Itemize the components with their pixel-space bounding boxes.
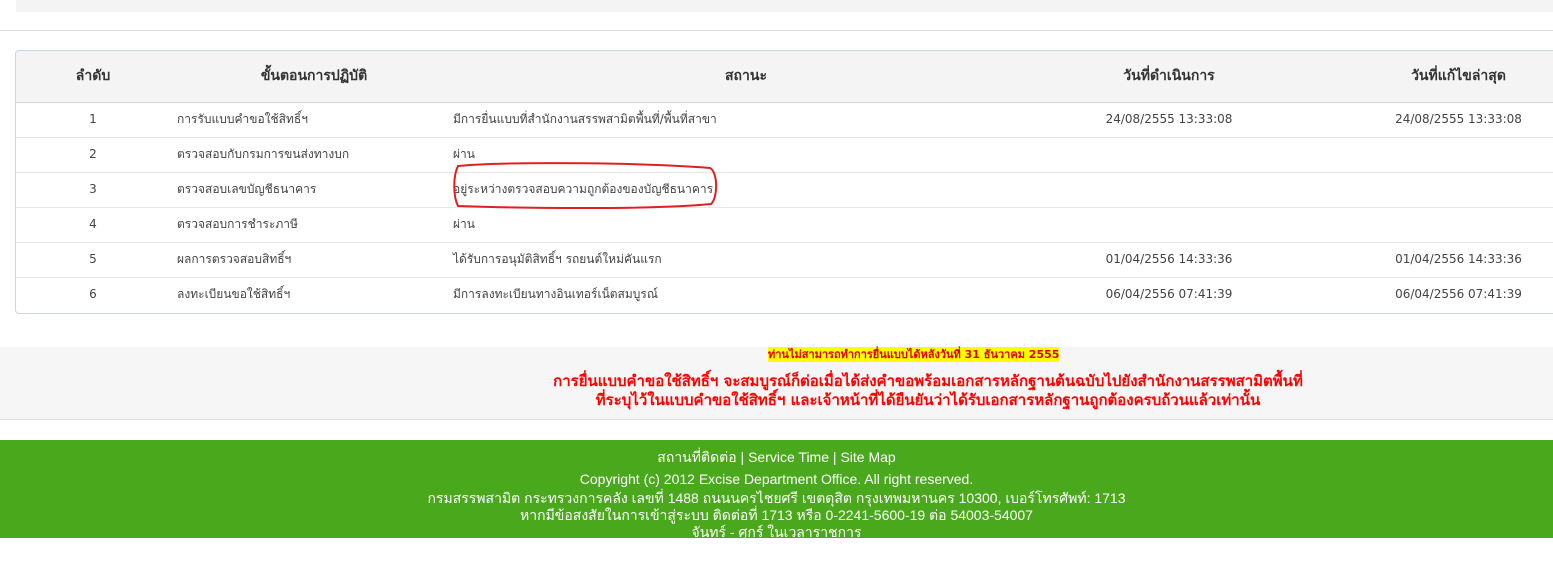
table-row: 2 ตรวจสอบกับกรมการขนส่งทางบก ผ่าน: [16, 137, 1553, 173]
cell-modified: 01/04/2556 14:33:36: [1395, 252, 1522, 266]
cell-no: 5: [89, 252, 97, 266]
deadline-notice: ท่านไม่สามารถทำการยื่นแบบได้หลังวันที่ 3…: [768, 347, 1060, 362]
cell-step: การรับแบบคำขอใช้สิทธิ์ฯ: [177, 112, 308, 126]
cell-modified: 06/04/2556 07:41:39: [1395, 287, 1522, 301]
cell-date: [1069, 137, 1269, 172]
cell-date: 24/08/2555 13:33:08: [1105, 112, 1233, 126]
cell-date: 06/04/2556 07:41:39: [1105, 287, 1233, 301]
status-table: ลำดับ ขั้นตอนการปฏิบัติ สถานะ วันที่ดำเน…: [15, 50, 1553, 314]
table-header: ลำดับ ขั้นตอนการปฏิบัติ สถานะ วันที่ดำเน…: [16, 51, 1553, 103]
cell-date: [1069, 172, 1269, 207]
cell-step: ตรวจสอบเลขบัญชีธนาคาร: [177, 182, 317, 196]
cell-status: มีการลงทะเบียนทางอินเทอร์เน็ตสมบูรณ์: [453, 287, 658, 301]
cell-no: 4: [89, 217, 97, 231]
cell-status: ผ่าน: [453, 147, 475, 161]
cell-step: ตรวจสอบกับกรมการขนส่งทางบก: [177, 147, 350, 161]
header-modified: วันที่แก้ไขล่าสุด: [1411, 68, 1506, 84]
office-hours: จันทร์ - ศุกร์ ในเวลาราชการ: [691, 524, 862, 540]
footer-links: สถานที่ติดต่อ | Service Time | Site Map: [0, 447, 1553, 469]
contact-link[interactable]: สถานที่ติดต่อ: [657, 449, 736, 465]
header-no: ลำดับ: [75, 68, 111, 84]
table-row: 5 ผลการตรวจสอบสิทธิ์ฯ ได้รับการอนุมัติสิ…: [16, 242, 1553, 278]
copyright: Copyright (c) 2012 Excise Department Off…: [579, 471, 974, 487]
cell-date: 01/04/2556 14:33:36: [1105, 252, 1233, 266]
site-map-link[interactable]: Site Map: [840, 449, 895, 465]
cell-no: 1: [89, 112, 97, 126]
cell-step: ตรวจสอบการชำระภาษี: [177, 217, 298, 231]
header-status: สถานะ: [725, 68, 767, 84]
cell-modified: 24/08/2555 13:33:08: [1395, 112, 1522, 126]
link-separator: |: [736, 449, 749, 465]
top-strip: [16, 0, 1553, 12]
cell-step: ผลการตรวจสอบสิทธิ์ฯ: [177, 252, 292, 266]
table-row: 3 ตรวจสอบเลขบัญชีธนาคาร อยู่ระหว่างตรวจส…: [16, 172, 1553, 208]
service-time-link[interactable]: Service Time: [748, 449, 829, 465]
header-date: วันที่ดำเนินการ: [1123, 68, 1215, 84]
cell-no: 3: [89, 182, 97, 196]
cell-modified: [1356, 137, 1553, 172]
cell-status: มีการยื่นแบบที่สำนักงานสรรพสามิตพื้นที่/…: [453, 112, 717, 126]
cell-modified: [1356, 207, 1553, 242]
warning-line-2: ที่ระบุไว้ในแบบคำขอใช้สิทธิ์ฯ และเจ้าหน้…: [595, 391, 1261, 409]
cell-status: อยู่ระหว่างตรวจสอบความถูกต้องของบัญชีธนา…: [453, 182, 714, 196]
cell-step: ลงทะเบียนขอใช้สิทธิ์ฯ: [177, 287, 291, 301]
cell-status: ผ่าน: [453, 217, 475, 231]
table-row: 1 การรับแบบคำขอใช้สิทธิ์ฯ มีการยื่นแบบที…: [16, 102, 1553, 138]
cell-no: 2: [89, 147, 97, 161]
cell-no: 6: [89, 287, 97, 301]
table-row: 4 ตรวจสอบการชำระภาษี ผ่าน: [16, 207, 1553, 243]
cell-date: [1069, 207, 1269, 242]
link-separator: |: [829, 449, 841, 465]
cell-modified: [1356, 172, 1553, 207]
header-step: ขั้นตอนการปฏิบัติ: [260, 68, 368, 84]
footer: สถานที่ติดต่อ | Service Time | Site Map …: [0, 440, 1553, 540]
table-row: 6 ลงทะเบียนขอใช้สิทธิ์ฯ มีการลงทะเบียนทา…: [16, 277, 1553, 312]
cell-status: ได้รับการอนุมัติสิทธิ์ฯ รถยนต์ใหม่คันแรก: [453, 252, 662, 266]
